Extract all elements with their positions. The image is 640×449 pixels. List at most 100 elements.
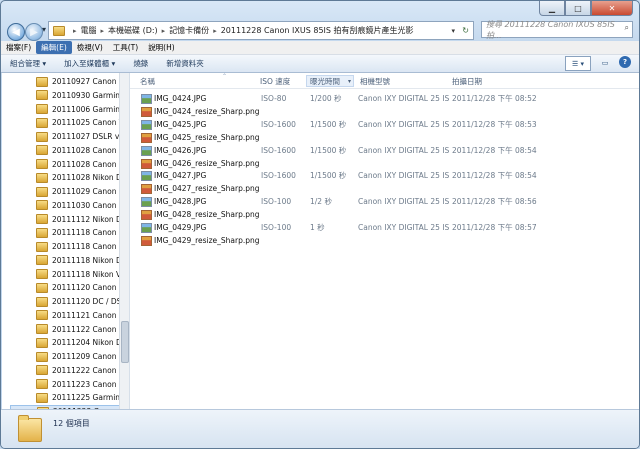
folder-icon bbox=[36, 159, 48, 169]
menu-help[interactable]: 說明(H) bbox=[143, 41, 180, 54]
tree-item-folder[interactable]: 20111122 Canon EC bbox=[36, 323, 124, 336]
column-header-iso[interactable]: ISO 速度 bbox=[260, 75, 290, 87]
preview-pane-button[interactable]: ▭ bbox=[597, 56, 613, 69]
address-dropdown-icon[interactable]: ▾ bbox=[451, 27, 455, 35]
tree-item-folder[interactable]: 20111118 Nikon Vie bbox=[36, 268, 124, 281]
search-icon[interactable]: ⌕ bbox=[625, 23, 629, 33]
file-row[interactable]: IMG_0428.JPG ISO-100 1/2 秒 Canon IXY DIGITA… bbox=[130, 195, 639, 208]
tree-item-label: 20111222 Canon EF bbox=[52, 365, 124, 375]
breadcrumb-computer[interactable]: 電腦 bbox=[81, 25, 97, 36]
tree-item-label: 20111118 Nikon D7 bbox=[52, 255, 124, 265]
folder-icon bbox=[36, 90, 48, 101]
tree-item-label: 20111120 DC / DSLR bbox=[52, 297, 124, 306]
file-row[interactable]: IMG_0426.JPG ISO-1600 1/1500 秒 Canon IXY DI… bbox=[130, 144, 639, 157]
file-row[interactable]: IMG_0425_resize_Sharp.png bbox=[130, 131, 639, 144]
tree-item-folder[interactable]: 20111025 Canon TT bbox=[36, 116, 124, 129]
header-divider bbox=[130, 88, 639, 89]
folder-icon bbox=[36, 324, 48, 334]
tree-item-folder[interactable]: 20111112 Nikon D8 bbox=[36, 213, 124, 226]
tree-item-folder[interactable]: 20111028 Canon IXUS bbox=[36, 158, 124, 171]
tree-item-folder[interactable]: 20111118 Nikon D7 bbox=[36, 254, 124, 267]
file-exposure: 1/1500 秒 bbox=[310, 119, 347, 129]
tree-item-folder[interactable]: 20111028 Nikon D7 bbox=[36, 171, 124, 184]
address-bar[interactable]: ▸ 電腦 ▸ 本機磁碟 (D:) ▸ 記憶卡備份 ▸ 20111228 Cano… bbox=[48, 21, 474, 40]
burn-button[interactable]: 燒錄 bbox=[124, 58, 157, 69]
search-placeholder: 搜尋 20111228 Canon IXUS 85IS 拍... bbox=[486, 19, 615, 40]
tree-item-label: 20111118 Canon EC bbox=[52, 228, 124, 238]
folder-icon bbox=[36, 282, 48, 293]
tree-item-folder[interactable]: 20111121 Canon EC bbox=[36, 309, 124, 322]
change-view-button[interactable]: ☰ ▾ bbox=[565, 56, 591, 71]
folder-icon bbox=[36, 269, 48, 279]
forward-button[interactable]: ▶ bbox=[25, 23, 43, 41]
file-exposure: 1/2 秒 bbox=[310, 197, 332, 207]
sort-indicator-icon: ⌃ bbox=[222, 73, 228, 80]
column-header-name[interactable]: 名稱 bbox=[140, 75, 155, 87]
folder-icon bbox=[36, 379, 48, 389]
column-filter-icon[interactable]: ▾ bbox=[348, 78, 351, 85]
column-header-exposure[interactable]: 曝光時間 ▾ bbox=[306, 75, 354, 87]
file-date: 2011/12/28 下午 08:54 bbox=[452, 145, 537, 155]
column-header-model[interactable]: 相機型號 bbox=[360, 75, 390, 87]
folder-icon bbox=[36, 145, 48, 156]
breadcrumb-separator: ▸ bbox=[73, 26, 77, 35]
tree-item-folder[interactable]: 20111223 Canon EF bbox=[36, 378, 124, 391]
file-date: 2011/12/28 下午 08:57 bbox=[452, 223, 537, 232]
menu-view[interactable]: 檢視(V) bbox=[72, 41, 108, 54]
tree-item-folder[interactable]: 20111118 Canon EC bbox=[36, 240, 124, 253]
help-button[interactable]: ? bbox=[619, 56, 631, 68]
breadcrumb-current-folder[interactable]: 20111228 Canon IXUS 85IS 拍有刮痕鏡片產生光影 bbox=[221, 25, 414, 36]
tree-item-folder[interactable]: 20111030 Canon EC bbox=[36, 199, 124, 212]
tree-item-folder[interactable]: 20111225 Garmin nu bbox=[36, 391, 124, 404]
file-row[interactable]: IMG_0425.JPG ISO-1600 1/1500 秒 Canon IXY DI… bbox=[130, 118, 639, 131]
tree-item-folder[interactable]: 20111222 Canon EF bbox=[36, 364, 124, 377]
file-row[interactable]: IMG_0427_resize_Sharp.png bbox=[130, 182, 639, 195]
scrollbar-thumb[interactable] bbox=[121, 321, 129, 363]
breadcrumb-drive[interactable]: 本機磁碟 (D:) bbox=[108, 25, 158, 36]
file-row[interactable]: IMG_0428_resize_Sharp.png bbox=[130, 208, 639, 221]
tree-item-folder[interactable]: 20111029 Canon EC bbox=[36, 185, 124, 198]
file-model: Canon IXY DIGITAL 25 IS bbox=[358, 145, 450, 155]
file-row[interactable]: IMG_0427.JPG ISO-1600 1/1500 秒 Canon IXY DI… bbox=[130, 169, 639, 182]
refresh-icon[interactable]: ↻ bbox=[462, 26, 469, 35]
file-row[interactable]: IMG_0426_resize_Sharp.png bbox=[130, 157, 639, 170]
tree-item-folder[interactable]: 20111006 Garmin-A bbox=[36, 103, 124, 116]
menu-tools[interactable]: 工具(T) bbox=[108, 41, 143, 54]
tree-item-folder[interactable]: 20111204 Nikon D7 bbox=[36, 336, 124, 349]
command-bar: 組合管理 ▾ 加入至媒體櫃 ▾ 燒錄 新增資料夾 bbox=[1, 55, 639, 73]
new-folder-button[interactable]: 新增資料夾 bbox=[157, 58, 213, 69]
include-in-library-button[interactable]: 加入至媒體櫃 ▾ bbox=[55, 58, 124, 69]
organize-button[interactable]: 組合管理 ▾ bbox=[1, 58, 55, 69]
file-row[interactable]: IMG_0424_resize_Sharp.png bbox=[130, 105, 639, 118]
menu-edit[interactable]: 編輯(E) bbox=[36, 41, 72, 54]
folder-icon bbox=[36, 337, 48, 348]
tree-item-label: 20111225 Garmin nu bbox=[52, 393, 124, 403]
tree-item-folder[interactable]: 20111120 DC / DSLR bbox=[36, 295, 124, 308]
tree-item-folder[interactable]: 20111120 Canon IXUS bbox=[36, 281, 124, 294]
back-button[interactable]: ◀ bbox=[7, 23, 25, 41]
tree-item-folder[interactable]: 20110927 Canon IXUS bbox=[36, 75, 124, 88]
breadcrumb-backup[interactable]: 記憶卡備份 bbox=[169, 25, 209, 36]
file-row[interactable]: IMG_0429.JPG ISO-100 1 秒 Canon IXY DIGITAL … bbox=[130, 221, 639, 234]
tree-item-folder[interactable]: 20111118 Canon EC bbox=[36, 226, 124, 239]
tree-item-folder[interactable]: 20110930 Garmin-A bbox=[36, 89, 124, 102]
tree-item-label: 20111112 Nikon D8 bbox=[52, 214, 124, 224]
file-row[interactable]: IMG_0429_resize_Sharp.png bbox=[130, 234, 639, 247]
menu-bar: 檔案(F) 編輯(E) 檢視(V) 工具(T) 說明(H) bbox=[1, 41, 639, 55]
tree-item-folder[interactable]: 20111027 DSLR vs D bbox=[36, 130, 124, 143]
tree-item-label: 20111006 Garmin-A bbox=[52, 104, 124, 114]
menu-file[interactable]: 檔案(F) bbox=[1, 41, 36, 54]
tree-item-label: 20111122 Canon EC bbox=[52, 324, 124, 334]
history-dropdown-icon[interactable]: ▾ bbox=[42, 25, 46, 34]
file-row[interactable]: IMG_0424.JPG ISO-80 1/200 秒 Canon IXY DIGIT… bbox=[130, 92, 639, 105]
tree-item-folder[interactable]: 20111209 Canon IXUS bbox=[36, 350, 124, 363]
minimize-button[interactable]: ▁ bbox=[539, 1, 565, 16]
breadcrumb-separator: ▸ bbox=[213, 26, 217, 35]
jpg-file-icon bbox=[141, 223, 152, 233]
column-header-date[interactable]: 拍攝日期 bbox=[452, 75, 482, 87]
navigation-scrollbar[interactable] bbox=[119, 73, 129, 409]
close-button[interactable]: ✕ bbox=[591, 1, 633, 16]
search-input[interactable]: 搜尋 20111228 Canon IXUS 85IS 拍... ⌕ bbox=[481, 19, 633, 40]
tree-item-folder[interactable]: 20111028 Canon EC bbox=[36, 144, 124, 157]
maximize-button[interactable]: □ bbox=[565, 1, 591, 16]
